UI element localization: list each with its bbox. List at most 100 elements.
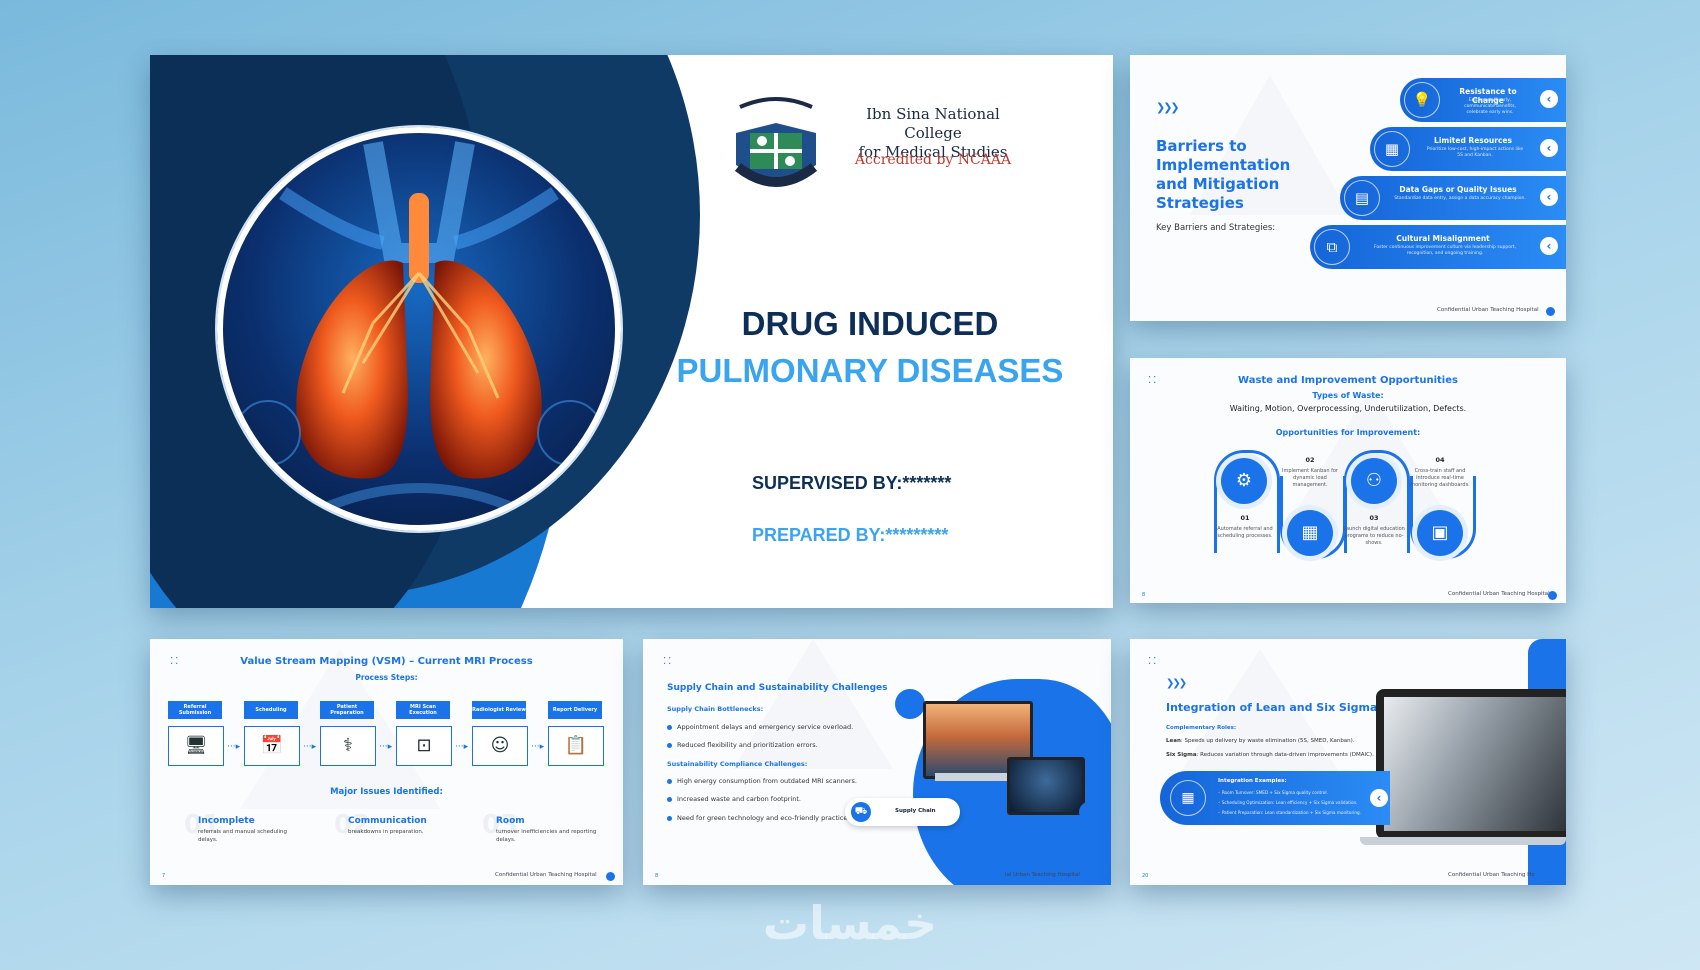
drag-handle-icon: ⁚⁚ <box>663 656 674 667</box>
slide-footer: Confidential Urban Teaching Ho <box>1448 872 1535 878</box>
list-item: Reduced flexibility and prioritization e… <box>667 741 818 749</box>
truck-icon: ⛟ <box>851 802 871 822</box>
lean-text: : Speeds up delivery by waste eliminatio… <box>1180 738 1355 744</box>
issue-title: Communication <box>348 816 427 826</box>
barrier-item[interactable]: 💡 Resistance to Change Engage staff earl… <box>1400 78 1566 122</box>
badge-label: Supply Chain <box>895 808 936 814</box>
page-number: 7 <box>162 873 166 879</box>
barrier-title: Data Gaps or Quality Issues <box>1399 185 1517 194</box>
slide-footer: Confidential Urban Teaching Hospital <box>1437 307 1539 313</box>
step-number: 04 <box>1435 456 1445 464</box>
barrier-desc: Standardize data entry, assign a data ac… <box>1394 196 1526 201</box>
integration-examples-box[interactable]: ▦ Integration Examples: ◦ Room Turnover:… <box>1160 771 1390 825</box>
step-number: 03 <box>1369 514 1379 522</box>
radiologist-icon: ☺ <box>472 726 528 766</box>
vsm-slide[interactable]: ⁚⁚ Value Stream Mapping (VSM) – Current … <box>150 639 623 885</box>
barrier-item[interactable]: ▤ Data Gaps or Quality Issues Standardiz… <box>1340 176 1566 220</box>
barrier-item[interactable]: ⧉ Cultural Misalignment Foster continuou… <box>1310 225 1566 269</box>
supply-chain-badge[interactable]: ⛟ Supply Chain <box>845 798 960 826</box>
laptop-base <box>1360 837 1566 845</box>
issue-item: 01 Incomplete referrals and manual sched… <box>184 810 308 844</box>
lean-six-sigma-slide[interactable]: ⁚⁚ ❯❯❯ Integration of Lean and Six Sigma… <box>1130 639 1566 885</box>
accreditation-text: Accredited by NCAAA <box>854 152 1012 168</box>
nav-dot[interactable] <box>1548 591 1557 600</box>
page-number: 8 <box>655 873 659 879</box>
page-number: 20 <box>1142 873 1149 879</box>
list-item: High energy consumption from outdated MR… <box>667 777 857 785</box>
drag-handle-icon: ⁚⁚ <box>1148 656 1159 667</box>
six-sigma-text: : Reduces variation through data-driven … <box>1196 752 1374 758</box>
slide-title: Waste and Improvement Opportunities <box>1238 375 1458 386</box>
nav-dot[interactable] <box>606 872 615 881</box>
decor-dot <box>895 689 925 719</box>
college-logo <box>728 93 824 201</box>
laptop-frame <box>1376 689 1566 839</box>
issue-title: Room <box>496 816 525 826</box>
barrier-title: Cultural Misalignment <box>1396 234 1490 243</box>
prepared-by: PREPARED BY:********* <box>752 525 949 545</box>
issue-item: 02 Communication breakdowns in preparati… <box>334 810 458 840</box>
supervised-by: SUPERVISED BY:******* <box>752 473 952 493</box>
example-text: Scheduling Optimization: Lean efficiency… <box>1221 800 1358 805</box>
arrow-right-icon: ···▸ <box>531 742 545 752</box>
chevrons-icon: ❯❯❯ <box>1156 101 1180 114</box>
computer-icon: 🖥 <box>168 726 224 766</box>
kanban-icon: ▦ <box>1287 510 1333 556</box>
calendar-icon: ▦ <box>1170 780 1206 816</box>
example-item: ◦ Room Turnover: SMED + Six Sigma qualit… <box>1218 790 1328 795</box>
chevron-left-icon[interactable]: ‹ <box>1540 90 1558 108</box>
decor-dot <box>1079 802 1099 822</box>
step-label: Patient Preparation <box>320 701 374 719</box>
example-text: Room Turnover: SMED + Six Sigma quality … <box>1221 790 1328 795</box>
slide-title: Barriers to Implementation and Mitigatio… <box>1156 137 1291 212</box>
step-number: 01 <box>1240 514 1250 522</box>
waste-slide[interactable]: ⁚⁚ Waste and Improvement Opportunities T… <box>1130 358 1566 603</box>
example-item: ◦ Patient Preparation: Lean standardizat… <box>1218 810 1362 815</box>
step-label: Referral Submission <box>168 701 222 719</box>
automation-icon: ⚙ <box>1221 458 1267 504</box>
chevrons-icon: ❯❯❯ <box>1166 678 1187 689</box>
slide-title: Supply Chain and Sustainability Challeng… <box>667 683 888 693</box>
network-icon: ⧉ <box>1314 229 1350 265</box>
issue-item: 03 Room turnover inefficiencies and repo… <box>482 810 606 844</box>
doctor-icon: ⚕ <box>320 726 376 766</box>
lightbulb-icon: 💡 <box>1404 82 1440 118</box>
chevron-left-icon[interactable]: ‹ <box>1540 139 1558 157</box>
example-text: Patient Preparation: Lean standardizatio… <box>1221 810 1362 815</box>
title-line2: PULMONARY DISEASES <box>676 352 1064 389</box>
watermark-logo: خمسات <box>762 896 938 950</box>
barrier-item[interactable]: ▦ Limited Resources Prioritize low-cost,… <box>1370 127 1566 171</box>
decor-triangle <box>1170 649 1350 789</box>
types-text: Waiting, Motion, Overprocessing, Underut… <box>1229 404 1467 413</box>
six-sigma-key: Six Sigma <box>1166 752 1197 758</box>
nav-dot[interactable] <box>1093 872 1102 881</box>
issue-title: Incomplete <box>198 816 255 826</box>
title-slide[interactable]: Ibn Sina National College for Medical St… <box>150 55 1113 608</box>
supply-slide[interactable]: ⁚⁚ Supply Chain and Sustainability Chall… <box>643 639 1111 885</box>
lean-role: Lean: Speeds up delivery by waste elimin… <box>1166 738 1355 744</box>
slide-title: Integration of Lean and Six Sigma <box>1166 701 1378 714</box>
barrier-desc: Engage staff early, communicate benefits… <box>1464 98 1516 115</box>
chevron-left-icon[interactable]: ‹ <box>1370 789 1388 807</box>
arrow-right-icon: ···▸ <box>227 742 241 752</box>
laptop-image <box>1007 757 1085 815</box>
step-desc: Cross-train staff and introduce real-tim… <box>1410 468 1470 488</box>
example-item: ◦ Scheduling Optimization: Lean efficien… <box>1218 800 1358 805</box>
step-label: Scheduling <box>244 701 298 719</box>
opportunities-label: Opportunities for Improvement: <box>1275 428 1421 437</box>
steps-label: Process Steps: <box>355 673 418 682</box>
dashboard-icon: ▣ <box>1417 510 1463 556</box>
chevron-left-icon[interactable]: ‹ <box>1540 237 1558 255</box>
barrier-desc: Prioritize low-cost, high-impact actions… <box>1426 147 1524 158</box>
barriers-slide[interactable]: ❯❯❯ Barriers to Implementation and Mitig… <box>1130 55 1566 321</box>
bottleneck-label: Supply Chain Bottlenecks: <box>667 705 764 713</box>
step-label: MRI Scan Execution <box>396 701 450 719</box>
education-icon: ⚇ <box>1351 458 1397 504</box>
step-desc: Launch digital education programs to red… <box>1343 526 1405 546</box>
step-desc: Automate referral and scheduling process… <box>1217 526 1273 539</box>
nav-dot[interactable] <box>1546 307 1555 316</box>
page-number: 8 <box>1142 592 1146 598</box>
barrier-title: Limited Resources <box>1434 136 1512 145</box>
lean-key: Lean <box>1166 738 1181 744</box>
chevron-left-icon[interactable]: ‹ <box>1540 188 1558 206</box>
